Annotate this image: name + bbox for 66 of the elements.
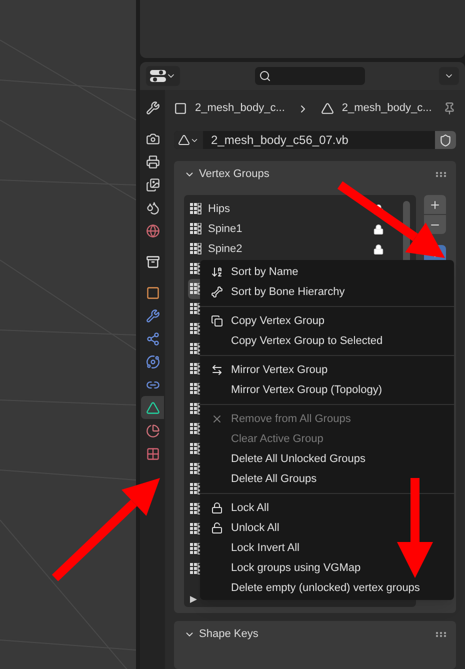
tool-icon [146,100,160,114]
expand-triangle-icon[interactable] [190,596,197,604]
plus-icon [429,198,441,211]
pin-icon[interactable] [443,102,456,116]
square-icon [174,102,187,116]
drag-handle-icon[interactable] [436,172,446,177]
panel-title[interactable]: Shape Keys [199,626,258,643]
mesh-triangle-icon [146,400,160,414]
printer-icon [146,154,160,168]
copy-icon [210,315,222,328]
x-icon [210,413,222,426]
menu-item[interactable]: Copy Vertex Group to Selected [200,331,454,352]
menu-item[interactable]: Lock Invert All [200,538,454,558]
nodes-icon [146,332,160,346]
fake-user-button[interactable] [435,131,456,150]
menu-item[interactable]: Delete All Groups [200,469,454,490]
menu-item[interactable]: Mirror Vertex Group (Topology) [200,380,454,400]
vertex-group-name: Spine2 [208,242,244,258]
material-sphere-icon [146,424,160,438]
vertex-group-icon [190,203,202,216]
sort-icon [210,266,222,278]
search-field[interactable] [254,67,364,85]
menu-item[interactable]: Sort by Bone Hierarchy [200,282,454,302]
vertex-group-name: Hips [208,202,232,218]
menu-item[interactable]: Delete empty (unlocked) vertex groups [200,578,454,598]
box-icon [146,254,160,268]
orbit-icon [146,354,160,368]
breadcrumb-label: 2_mesh_body_c... [342,101,432,116]
shield-icon [439,134,452,147]
toggle-icon [150,70,166,82]
editor-type-button[interactable] [146,66,180,86]
lock-icon[interactable] [373,244,384,255]
lock-icon [210,502,222,514]
lock-icon[interactable] [373,224,384,235]
drops-icon [146,200,160,214]
unlock-icon [210,522,222,534]
mesh-name: 2_mesh_body_c56_07.vb [210,132,350,150]
panel-title[interactable]: Vertex Groups [199,166,270,183]
square-icon [146,286,160,300]
double-arrow-icon [210,364,222,376]
images-icon [146,178,160,192]
menu-item[interactable]: Delete All Unlocked Groups [200,449,454,470]
vertex-group-row[interactable]: Spine2 [188,239,384,260]
breadcrumb-label: 2_mesh_body_c... [195,101,285,116]
vertex-group-row[interactable]: Spine1 [188,219,384,240]
search-icon [258,70,270,82]
menu-item[interactable]: Lock All [200,498,454,518]
menu-item[interactable]: Lock groups using VGMap [200,558,454,578]
menu-item[interactable]: Sort by Name [200,262,454,282]
wrench-icon [146,308,160,322]
vertex-group-icon [190,243,202,256]
properties-tab[interactable] [141,396,164,419]
mesh-name-field[interactable]: 2_mesh_body_c56_07.vb [174,131,456,150]
vertex-group-icon [190,223,202,236]
menu-item[interactable]: Unlock All [200,518,454,538]
camera-icon [146,132,160,146]
add-group-button[interactable] [424,195,446,214]
mesh-triangle-icon [178,134,190,146]
vertex-group-name: Spine1 [208,222,244,238]
drag-handle-icon[interactable] [436,632,446,637]
bone-icon [210,286,222,298]
globe-icon [146,224,160,238]
menu-item[interactable]: Copy Vertex Group [200,311,454,332]
checker-icon [146,446,160,460]
mesh-triangle-icon [320,102,334,116]
menu-item[interactable]: Mirror Vertex Group [200,360,454,380]
